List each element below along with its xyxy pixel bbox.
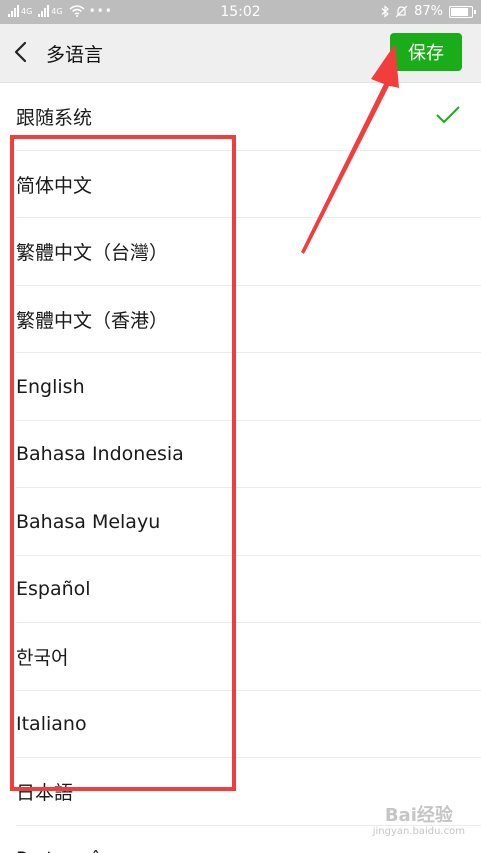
language-label: 日本語 bbox=[16, 782, 74, 805]
language-label: Italiano bbox=[16, 713, 87, 736]
list-item[interactable]: 繁體中文（台灣） bbox=[0, 218, 481, 286]
language-list: 跟随系统简体中文繁體中文（台灣） 繁體中文（香港） English Bahasa In… bbox=[0, 83, 481, 853]
language-label: 한국어 bbox=[16, 647, 69, 670]
language-label: 繁體中文（香港） bbox=[16, 309, 169, 332]
language-label: 跟随系统 bbox=[16, 107, 93, 130]
mute-icon bbox=[395, 5, 408, 18]
list-item[interactable]: Bahasa Melayu bbox=[0, 488, 481, 556]
language-label: 简体中文 bbox=[16, 174, 93, 197]
chevron-left-icon[interactable] bbox=[12, 40, 32, 64]
battery-percent: 87% bbox=[414, 4, 443, 19]
language-label: Bahasa Indonesia bbox=[16, 443, 184, 466]
list-item[interactable]: 한국어 bbox=[0, 623, 481, 691]
save-button[interactable]: 保存 bbox=[390, 33, 462, 71]
checkmark-icon bbox=[436, 106, 460, 124]
status-bar: 4G 4G ••• 15:02 87% bbox=[0, 0, 481, 24]
battery-fill bbox=[451, 7, 468, 16]
list-item[interactable]: English bbox=[0, 353, 481, 421]
list-item[interactable]: 跟随系统 bbox=[0, 83, 481, 151]
list-item[interactable]: 简体中文 bbox=[0, 151, 481, 219]
bluetooth-icon bbox=[381, 5, 390, 18]
language-label: Português bbox=[16, 848, 111, 853]
battery-icon bbox=[449, 5, 476, 18]
list-item[interactable]: 繁體中文（香港） bbox=[0, 286, 481, 354]
watermark-sub: jingyan.baidu.com bbox=[372, 826, 465, 837]
language-label: 繁體中文（台灣） bbox=[16, 242, 169, 265]
language-label: Bahasa Melayu bbox=[16, 510, 161, 533]
watermark: Bai经验 jingyan.baidu.com bbox=[373, 806, 465, 837]
list-item[interactable]: Italiano bbox=[0, 691, 481, 759]
title-bar: 多语言 保存 bbox=[0, 24, 481, 83]
page-title: 多语言 bbox=[46, 44, 104, 66]
screen: 4G 4G ••• 15:02 87% 多语言 保存 跟随系统 简体中文 繁體中… bbox=[0, 0, 481, 853]
status-right-group: 87% bbox=[381, 4, 476, 19]
language-label: Español bbox=[16, 578, 91, 601]
language-label: English bbox=[16, 375, 85, 398]
list-item[interactable]: Bahasa Indonesia bbox=[0, 421, 481, 489]
watermark-text: Bai经验 bbox=[384, 805, 453, 827]
list-item[interactable]: Español bbox=[0, 556, 481, 624]
